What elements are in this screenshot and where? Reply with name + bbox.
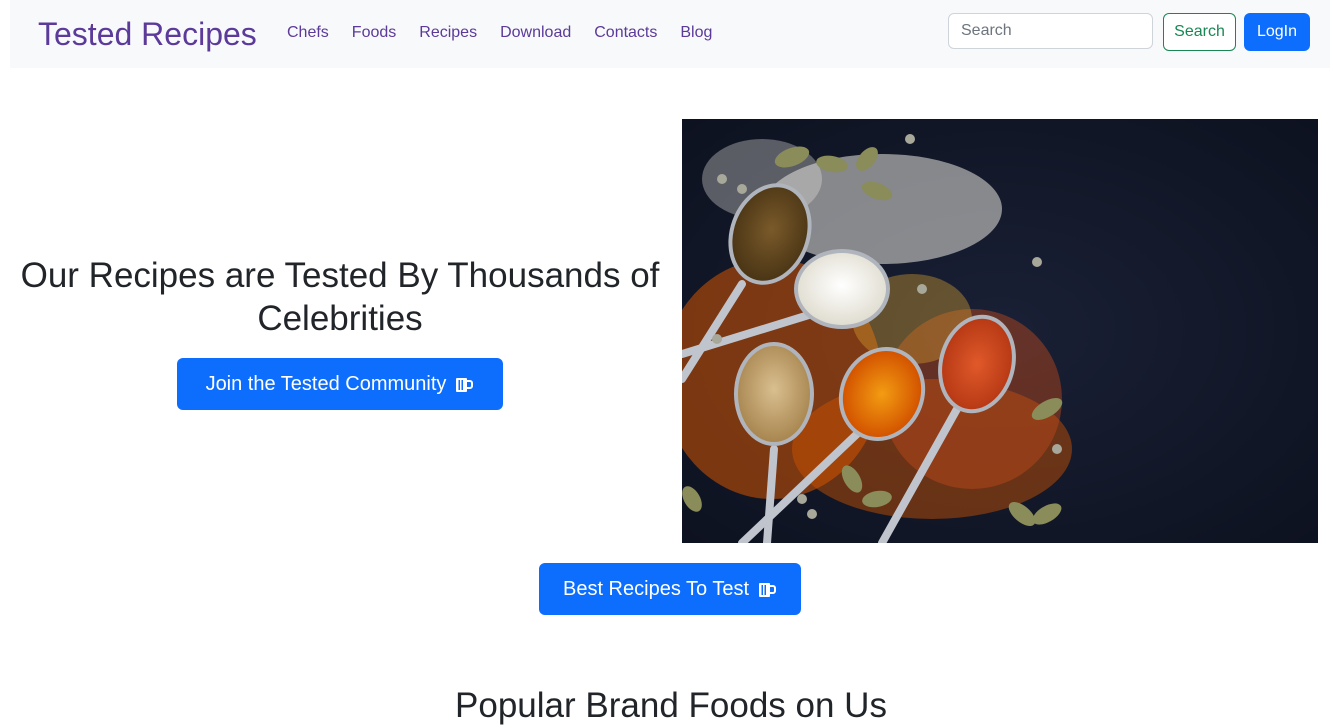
join-community-button[interactable]: Join the Tested Community: [177, 358, 503, 410]
nav-link-foods[interactable]: Foods: [352, 22, 396, 44]
hero-title: Our Recipes are Tested By Thousands of C…: [20, 256, 660, 338]
navbar: Tested Recipes Chefs Foods Recipes Downl…: [10, 0, 1330, 68]
nav-link-chefs[interactable]: Chefs: [287, 22, 329, 44]
nav-link-recipes[interactable]: Recipes: [419, 22, 477, 44]
best-recipes-button[interactable]: Best Recipes To Test: [539, 563, 801, 615]
nav-link-blog[interactable]: Blog: [680, 22, 712, 44]
cup-icon: [759, 583, 777, 597]
best-button-label: Best Recipes To Test: [562, 577, 750, 600]
join-button-label: Join the Tested Community: [205, 372, 447, 395]
section-heading: Popular Brand Foods on Us: [455, 686, 887, 725]
login-button[interactable]: LogIn: [1244, 13, 1310, 51]
brand-logo[interactable]: Tested Recipes: [38, 14, 257, 54]
nav-link-download[interactable]: Download: [500, 22, 571, 44]
spices-illustration: [682, 119, 1318, 543]
search-input[interactable]: [948, 13, 1153, 49]
spices-on-spoons-photo: [682, 119, 1318, 543]
nav-link-contacts[interactable]: Contacts: [594, 22, 657, 44]
nav-links: Chefs Foods Recipes Download Contacts Bl…: [287, 22, 735, 44]
search-button[interactable]: Search: [1163, 13, 1236, 51]
cup-icon: [456, 378, 474, 392]
